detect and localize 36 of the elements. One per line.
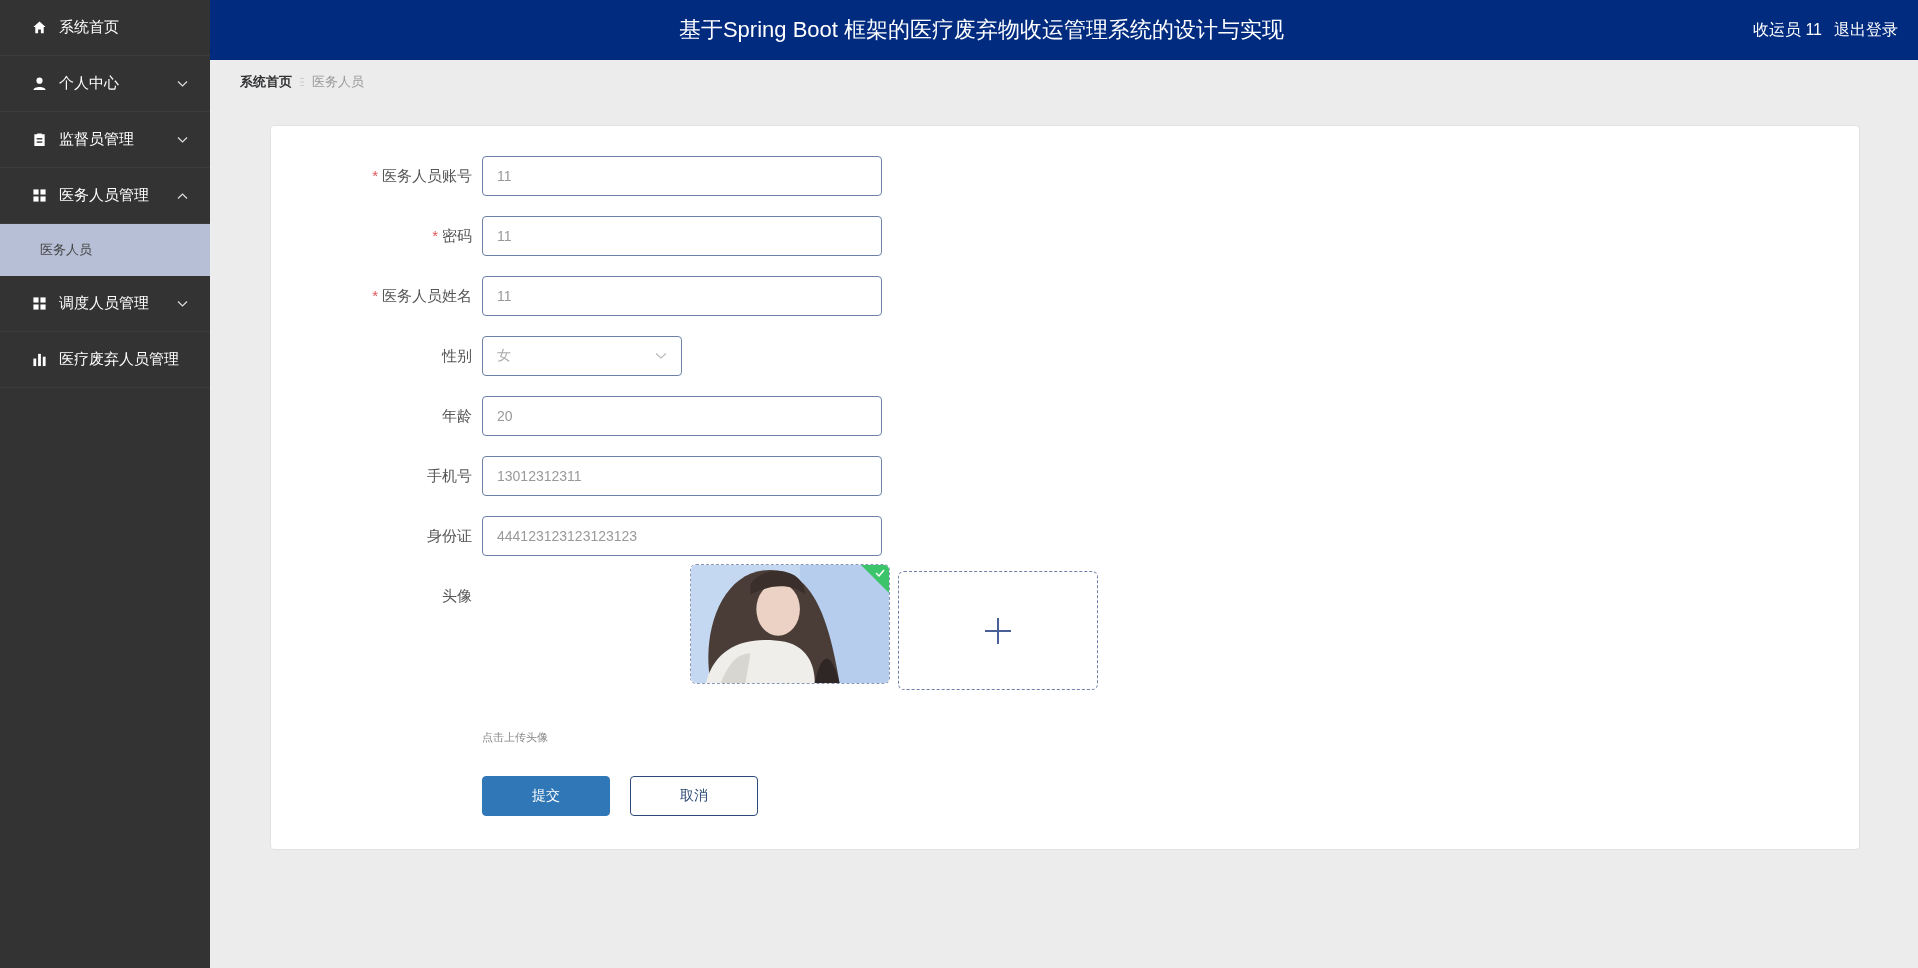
- upload-hint: 点击上传头像: [482, 730, 549, 745]
- text-field[interactable]: 444123123123123123: [482, 516, 882, 556]
- required-mark: *: [372, 167, 378, 184]
- grid-icon: [32, 188, 47, 203]
- chevron-icon: [177, 135, 188, 144]
- submit-button[interactable]: 提交: [482, 776, 610, 816]
- submenu-item[interactable]: 医务人员: [0, 224, 210, 276]
- clipboard-icon: [32, 132, 47, 147]
- chevron-icon: [177, 191, 188, 200]
- upload-area[interactable]: [898, 571, 1098, 690]
- logout-link[interactable]: 退出登录: [1834, 19, 1898, 41]
- chevron-icon: [177, 79, 188, 88]
- bar-chart-icon: [32, 352, 47, 367]
- app-title: 基于Spring Boot 框架的医疗废弃物收运管理系统的设计与实现: [677, 16, 1285, 44]
- field-label: 手机号: [427, 467, 472, 484]
- user-icon: [32, 76, 47, 91]
- required-mark: *: [372, 287, 378, 304]
- success-badge-icon: [861, 565, 889, 593]
- field-label: 年龄: [442, 407, 472, 424]
- grid-icon: [32, 296, 47, 311]
- field-label: 性别: [442, 347, 472, 364]
- chevron-icon: [177, 299, 188, 308]
- field-label: 头像: [442, 587, 472, 604]
- field-label: 医务人员账号: [382, 167, 472, 184]
- text-field[interactable]: 13012312311: [482, 456, 882, 496]
- field-label: 身份证: [427, 527, 472, 544]
- field-label: 医务人员姓名: [382, 287, 472, 304]
- plus-icon: [984, 616, 1012, 645]
- required-mark: *: [432, 227, 438, 244]
- field-label: 密码: [442, 227, 472, 244]
- cancel-button[interactable]: 取消: [630, 776, 758, 816]
- user-label: 收运员 11: [1752, 19, 1822, 40]
- text-field[interactable]: 20: [482, 396, 882, 436]
- chevron-icon: [655, 352, 667, 360]
- breadcrumb-item[interactable]: 系统首页: [240, 73, 292, 91]
- home-icon: [32, 20, 47, 35]
